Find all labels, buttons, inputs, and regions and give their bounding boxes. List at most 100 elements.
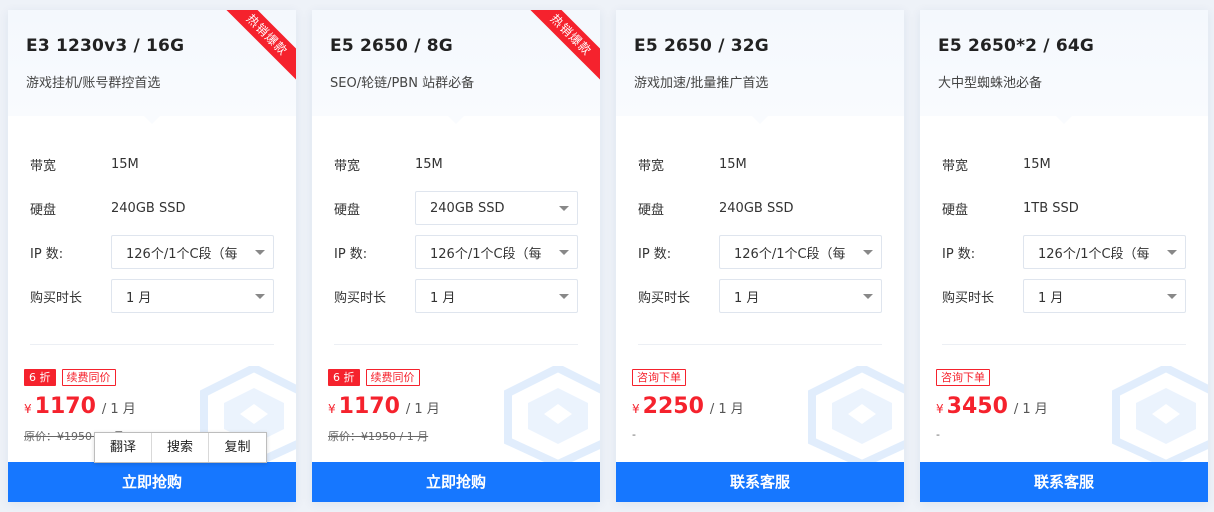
plan-header: E3 1230v3 / 16G 游戏挂机/账号群控首选 热销爆款 <box>8 10 296 124</box>
currency-symbol: ¥ <box>632 402 640 416</box>
price-amount: 1170 <box>34 394 96 419</box>
spec-duration: 购买时长 1 月 <box>638 279 882 313</box>
hexagon-logo-icon <box>504 366 600 466</box>
bandwidth-label: 带宽 <box>334 158 361 174</box>
plan-header: E5 2650*2 / 64G 大中型蜘蛛池必备 <box>920 10 1208 124</box>
price: ¥ 1170 / 1 月 <box>328 394 440 419</box>
badges: 咨询下单 <box>632 369 686 386</box>
chevron-down-icon <box>255 249 265 255</box>
consult-tag: 咨询下单 <box>632 369 686 386</box>
ip-select[interactable]: 126个/1个C段（每 <box>111 235 274 269</box>
currency-symbol: ¥ <box>24 402 32 416</box>
spec-bandwidth: 带宽 15M <box>334 147 578 181</box>
duration-select-value: 1 月 <box>430 290 456 306</box>
plan-subtitle: SEO/轮链/PBN 站群必备 <box>330 76 475 91</box>
ip-select-value: 126个/1个C段（每 <box>1038 246 1150 262</box>
ip-select-value: 126个/1个C段（每 <box>430 246 542 262</box>
price-amount: 1170 <box>338 394 400 419</box>
ip-select-value: 126个/1个C段（每 <box>734 246 846 262</box>
badges: 6 折 续费同价 <box>24 369 116 386</box>
duration-label: 购买时长 <box>30 290 83 306</box>
price: ¥ 1170 / 1 月 <box>24 394 136 419</box>
duration-select-value: 1 月 <box>126 290 152 306</box>
renewal-tag: 续费同价 <box>365 369 420 386</box>
badges: 咨询下单 <box>936 369 990 386</box>
disk-select-value: 240GB SSD <box>430 200 505 216</box>
search-menu-item[interactable]: 搜索 <box>152 433 209 462</box>
bandwidth-value: 15M <box>719 156 747 172</box>
original-price: - <box>632 428 636 441</box>
translate-menu-item[interactable]: 翻译 <box>95 433 152 462</box>
ip-select[interactable]: 126个/1个C段（每 <box>1023 235 1186 269</box>
price-amount: 2250 <box>642 394 704 419</box>
chevron-down-icon <box>863 293 873 299</box>
plan-header: E5 2650 / 8G SEO/轮链/PBN 站群必备 热销爆款 <box>312 10 600 124</box>
bandwidth-label: 带宽 <box>30 158 57 174</box>
spec-ip: IP 数: 126个/1个C段（每 <box>942 235 1186 269</box>
chevron-down-icon <box>255 293 265 299</box>
disk-select[interactable]: 240GB SSD <box>415 191 578 225</box>
buy-now-button[interactable]: 立即抢购 <box>8 462 296 502</box>
disk-label: 硬盘 <box>30 202 57 218</box>
plan-subtitle: 游戏挂机/账号群控首选 <box>26 76 161 91</box>
disk-value: 240GB SSD <box>111 200 186 216</box>
discount-badge: 6 折 <box>328 369 360 386</box>
chevron-down-icon <box>1167 293 1177 299</box>
contact-support-button[interactable]: 联系客服 <box>616 462 904 502</box>
contact-support-button[interactable]: 联系客服 <box>920 462 1208 502</box>
copy-menu-item[interactable]: 复制 <box>209 433 266 462</box>
duration-select-value: 1 月 <box>734 290 760 306</box>
plan-title: E5 2650*2 / 64G <box>938 36 1095 56</box>
ip-label: IP 数: <box>638 246 672 262</box>
price: ¥ 2250 / 1 月 <box>632 394 744 419</box>
spec-ip: IP 数: 126个/1个C段（每 <box>638 235 882 269</box>
spec-duration: 购买时长 1 月 <box>942 279 1186 313</box>
plan-title: E3 1230v3 / 16G <box>26 36 185 56</box>
hexagon-logo-icon <box>808 366 904 466</box>
plan-header: E5 2650 / 32G 游戏加速/批量推广首选 <box>616 10 904 124</box>
duration-select[interactable]: 1 月 <box>415 279 578 313</box>
divider <box>638 344 882 345</box>
duration-select[interactable]: 1 月 <box>719 279 882 313</box>
original-price: - <box>936 428 940 441</box>
chevron-down-icon <box>559 205 569 211</box>
bandwidth-label: 带宽 <box>942 158 969 174</box>
plan-title: E5 2650 / 32G <box>634 36 769 56</box>
spec-disk: 硬盘 240GB SSD <box>30 191 274 225</box>
badges: 6 折 续费同价 <box>328 369 420 386</box>
duration-select[interactable]: 1 月 <box>1023 279 1186 313</box>
price-unit: / 1 月 <box>405 402 440 417</box>
plan-card-3: E5 2650 / 32G 游戏加速/批量推广首选 带宽 15M 硬盘 240G… <box>616 10 904 502</box>
disk-label: 硬盘 <box>942 202 969 218</box>
ip-select[interactable]: 126个/1个C段（每 <box>415 235 578 269</box>
chevron-down-icon <box>559 249 569 255</box>
spec-duration: 购买时长 1 月 <box>334 279 578 313</box>
disk-value: 240GB SSD <box>719 200 794 216</box>
chevron-down-icon <box>559 293 569 299</box>
currency-symbol: ¥ <box>328 402 336 416</box>
price-amount: 3450 <box>946 394 1008 419</box>
disk-label: 硬盘 <box>334 202 361 218</box>
buy-now-button[interactable]: 立即抢购 <box>312 462 600 502</box>
hexagon-logo-icon <box>1112 366 1208 466</box>
duration-select-value: 1 月 <box>1038 290 1064 306</box>
consult-tag: 咨询下单 <box>936 369 990 386</box>
bandwidth-value: 15M <box>1023 156 1051 172</box>
divider <box>30 344 274 345</box>
duration-select[interactable]: 1 月 <box>111 279 274 313</box>
divider <box>334 344 578 345</box>
price: ¥ 3450 / 1 月 <box>936 394 1048 419</box>
discount-badge: 6 折 <box>24 369 56 386</box>
divider <box>942 344 1186 345</box>
duration-label: 购买时长 <box>638 290 691 306</box>
currency-symbol: ¥ <box>936 402 944 416</box>
spec-disk: 硬盘 1TB SSD <box>942 191 1186 225</box>
spec-duration: 购买时长 1 月 <box>30 279 274 313</box>
selection-context-menu: 翻译 搜索 复制 <box>94 432 267 463</box>
spec-disk: 硬盘 240GB SSD <box>638 191 882 225</box>
ip-label: IP 数: <box>30 246 64 262</box>
disk-label: 硬盘 <box>638 202 665 218</box>
bandwidth-value: 15M <box>111 156 139 172</box>
ip-select[interactable]: 126个/1个C段（每 <box>719 235 882 269</box>
chevron-down-icon <box>1167 249 1177 255</box>
